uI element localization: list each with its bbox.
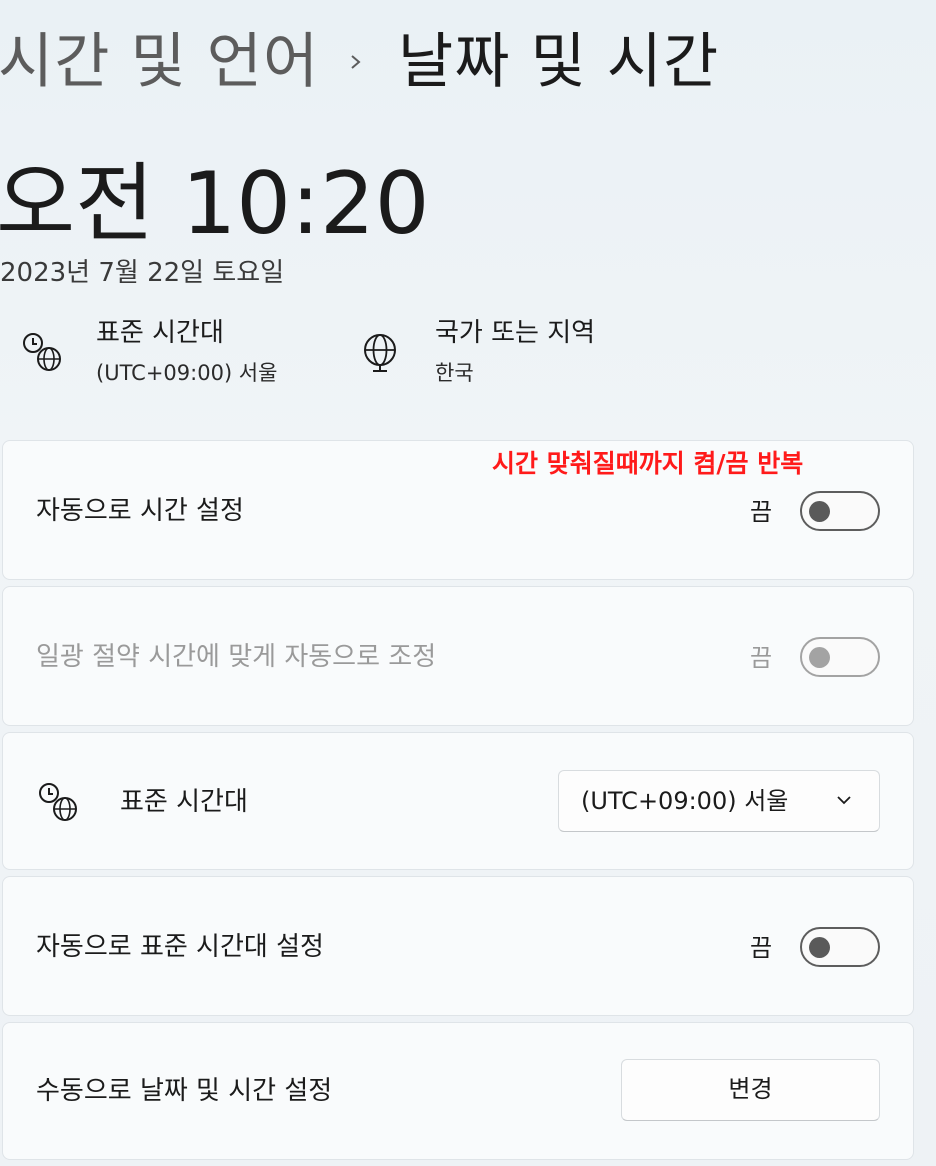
timezone-selected-value: (UTC+09:00) 서울 xyxy=(581,787,789,815)
auto-timezone-label: 자동으로 표준 시간대 설정 xyxy=(36,932,324,962)
page-title: 날짜 및 시간 xyxy=(398,27,720,97)
dst-label: 일광 절약 시간에 맞게 자동으로 조정 xyxy=(36,642,437,672)
change-button[interactable]: 변경 xyxy=(621,1059,880,1121)
manual-time-label: 수동으로 날짜 및 시간 설정 xyxy=(36,1076,333,1106)
dst-state: 끔 xyxy=(750,644,773,672)
chevron-down-icon xyxy=(837,796,851,805)
dst-toggle[interactable] xyxy=(800,637,880,677)
annotation-note: 시간 맞춰질때까지 켬/끔 반복 xyxy=(492,449,804,478)
toggle-knob xyxy=(809,937,830,958)
globe-icon xyxy=(364,334,396,372)
region-info-value: 한국 xyxy=(435,361,474,385)
breadcrumb-parent[interactable]: 시간 및 언어 xyxy=(0,24,319,100)
auto-timezone-toggle[interactable] xyxy=(800,927,880,967)
timezone-dropdown[interactable]: (UTC+09:00) 서울 xyxy=(558,770,880,832)
toggle-knob xyxy=(809,501,830,522)
toggle-knob xyxy=(809,647,830,668)
auto-timezone-state: 끔 xyxy=(750,934,773,962)
chevron-right-icon xyxy=(351,55,361,69)
current-date: 2023년 7월 22일 토요일 xyxy=(0,258,285,288)
timezone-label: 표준 시간대 xyxy=(120,787,248,817)
timezone-info-title: 표준 시간대 xyxy=(96,318,224,348)
clock-globe-icon xyxy=(23,333,61,371)
current-time: 오전 10:20 xyxy=(0,154,430,254)
region-info-title: 국가 또는 지역 xyxy=(435,318,596,348)
auto-time-toggle[interactable] xyxy=(800,491,880,531)
clock-globe-icon xyxy=(39,783,77,821)
auto-time-label: 자동으로 시간 설정 xyxy=(36,496,244,526)
auto-time-state: 끔 xyxy=(750,498,773,526)
timezone-info-value: (UTC+09:00) 서울 xyxy=(96,361,278,385)
